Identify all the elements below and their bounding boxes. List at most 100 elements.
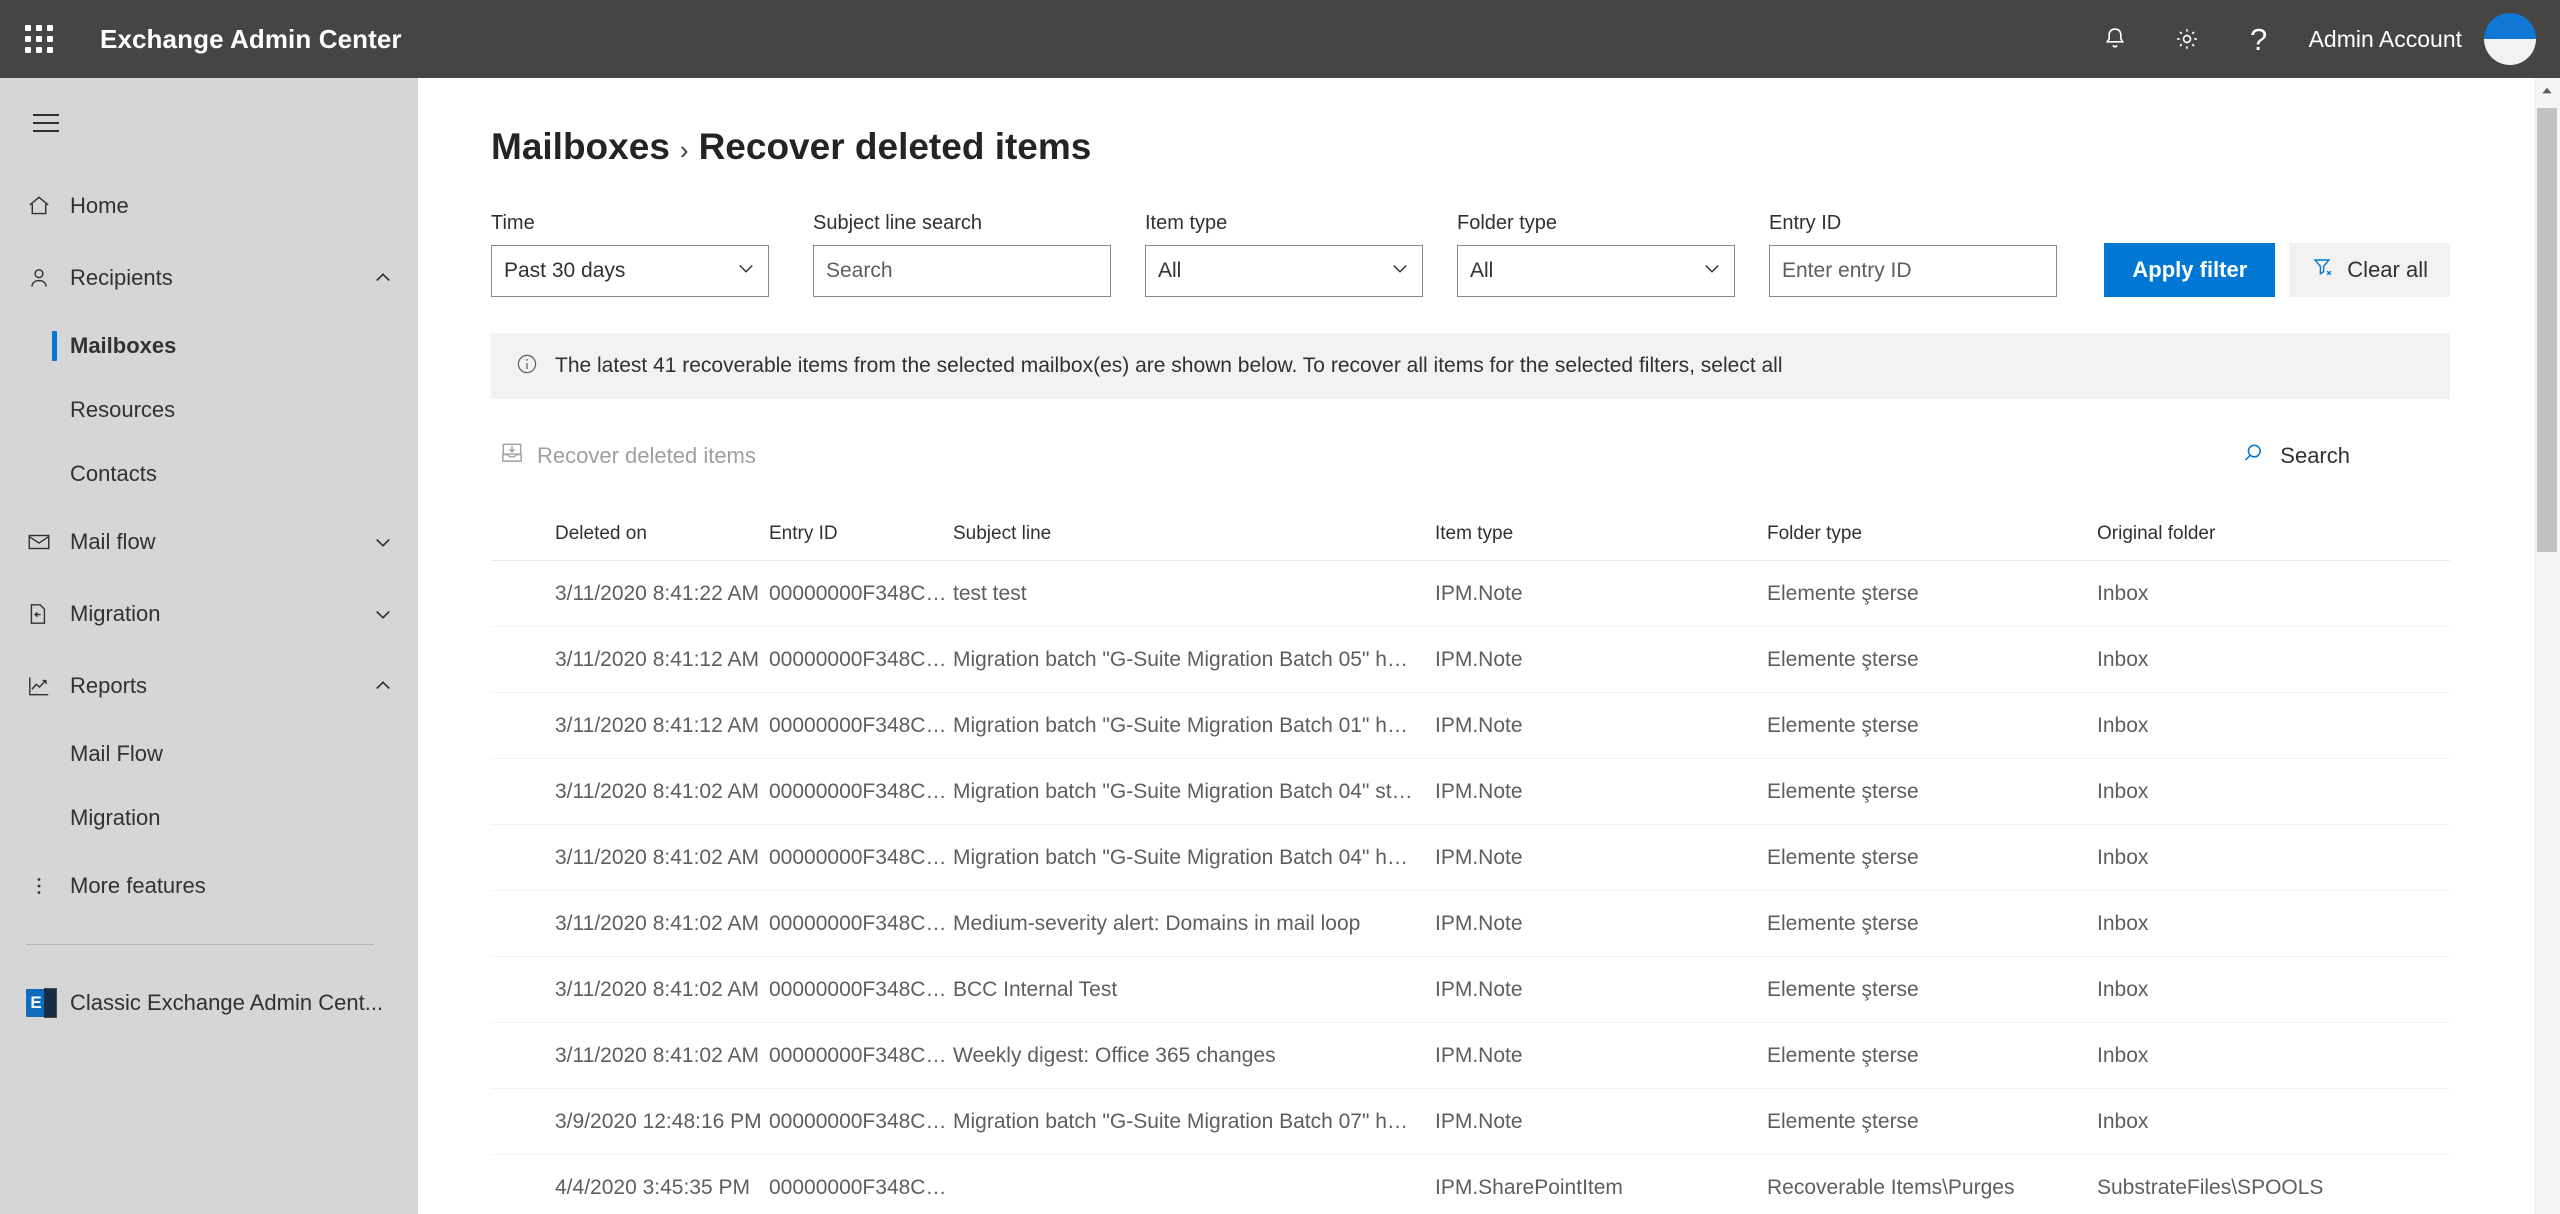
cell-original-folder: Inbox xyxy=(2097,911,2149,935)
cell-folder-type: Elemente şterse xyxy=(1767,713,1919,737)
item-type-dropdown-value: All xyxy=(1158,259,1182,282)
table-row[interactable]: 3/9/2020 12:48:16 PM 00000000F348C6... M… xyxy=(491,1089,2450,1155)
cell-folder-type: Elemente şterse xyxy=(1767,1043,1919,1067)
sidebar-item-recipients[interactable]: Recipients xyxy=(0,242,418,314)
cell-folder-type: Elemente şterse xyxy=(1767,977,1919,1001)
sidebar-item-classic-eac[interactable]: E Classic Exchange Admin Cent... xyxy=(0,967,418,1039)
table-row[interactable]: 3/11/2020 8:41:12 AM 00000000F348C6... M… xyxy=(491,627,2450,693)
column-header-entry-id[interactable]: Entry ID xyxy=(769,523,953,545)
table-search-button[interactable]: Search xyxy=(2240,440,2450,472)
nav-toggle-button[interactable] xyxy=(10,90,82,156)
clear-all-button[interactable]: Clear all xyxy=(2289,243,2450,297)
page-scrollbar[interactable] xyxy=(2534,78,2560,1214)
cell-folder-type: Elemente şterse xyxy=(1767,845,1919,869)
cell-entry-id: 00000000F348C6... xyxy=(769,911,953,935)
cell-deleted-on: 3/11/2020 8:41:02 AM xyxy=(555,1043,759,1067)
notifications-button[interactable] xyxy=(2079,0,2151,78)
suite-title: Exchange Admin Center xyxy=(100,23,402,54)
apply-filter-button[interactable]: Apply filter xyxy=(2104,243,2276,297)
cell-entry-id: 00000000F348C6... xyxy=(769,845,953,869)
info-message-text: The latest 41 recoverable items from the… xyxy=(555,354,1783,377)
app-launcher-button[interactable] xyxy=(0,0,78,78)
cell-deleted-on: 3/11/2020 8:41:02 AM xyxy=(555,977,759,1001)
suite-header-actions: ? Admin Account xyxy=(2079,0,2560,78)
cell-item-type: IPM.Note xyxy=(1435,977,1523,1001)
column-header-folder-type[interactable]: Folder type xyxy=(1767,523,2097,545)
chart-icon xyxy=(26,673,70,699)
sidebar-item-label: Recipients xyxy=(70,265,173,290)
breadcrumb-separator: › xyxy=(679,135,689,165)
table-row[interactable]: 3/11/2020 8:41:12 AM 00000000F348C6... M… xyxy=(491,693,2450,759)
chevron-up-icon xyxy=(370,676,396,696)
table-row[interactable]: 3/11/2020 8:41:22 AM 00000000F348C6... t… xyxy=(491,561,2450,627)
item-type-dropdown[interactable]: All xyxy=(1145,245,1423,297)
sidebar-item-label: More features xyxy=(70,873,206,898)
info-icon xyxy=(515,352,539,381)
settings-button[interactable] xyxy=(2151,0,2223,78)
table-row[interactable]: 3/11/2020 8:41:02 AM 00000000F348C6... B… xyxy=(491,957,2450,1023)
sidebar-item-resources[interactable]: Resources xyxy=(0,378,418,442)
filter-item-type: Item type All xyxy=(1145,212,1423,297)
sidebar-item-reports[interactable]: Reports xyxy=(0,650,418,722)
cell-original-folder: Inbox xyxy=(2097,581,2149,605)
clear-all-label: Clear all xyxy=(2347,257,2428,282)
entry-id-box[interactable] xyxy=(1769,245,2057,297)
cell-entry-id: 00000000F348C6... xyxy=(769,581,953,605)
sidebar-item-more-features[interactable]: More features xyxy=(0,850,418,922)
sidebar-item-migration[interactable]: Migration xyxy=(0,578,418,650)
breadcrumb-parent[interactable]: Mailboxes xyxy=(491,126,670,168)
table-row[interactable]: 3/11/2020 8:41:02 AM 00000000F348C6... M… xyxy=(491,825,2450,891)
table-row[interactable]: 3/11/2020 8:41:02 AM 00000000F348C6... M… xyxy=(491,759,2450,825)
help-button[interactable]: ? xyxy=(2223,0,2295,78)
page-header: Mailboxes › Recover deleted items xyxy=(418,78,2542,168)
table-row[interactable]: 3/11/2020 8:41:02 AM 00000000F348C6... M… xyxy=(491,891,2450,957)
cell-deleted-on: 3/11/2020 8:41:12 AM xyxy=(555,647,759,671)
column-header-subject-line[interactable]: Subject line xyxy=(953,523,1435,545)
recover-deleted-items-button[interactable]: Recover deleted items xyxy=(491,434,764,478)
account-name[interactable]: Admin Account xyxy=(2309,26,2462,53)
table-row[interactable]: 3/11/2020 8:41:02 AM 00000000F348C6... W… xyxy=(491,1023,2450,1089)
filter-time-label: Time xyxy=(491,212,535,234)
sidebar-item-mailboxes[interactable]: Mailboxes xyxy=(0,314,418,378)
table-row[interactable]: 4/4/2020 3:45:35 PM 00000000F348C6... IP… xyxy=(491,1155,2450,1214)
cell-subject-line: test test xyxy=(953,581,1027,605)
sidebar: Home Recipients Mailboxes Resources Cont… xyxy=(0,78,418,1214)
folder-type-dropdown[interactable]: All xyxy=(1457,245,1735,297)
cell-original-folder: Inbox xyxy=(2097,647,2149,671)
avatar[interactable] xyxy=(2484,13,2536,65)
cell-item-type: IPM.Note xyxy=(1435,1109,1523,1133)
cell-item-type: IPM.Note xyxy=(1435,713,1523,737)
home-icon xyxy=(26,193,70,219)
help-icon: ? xyxy=(2249,21,2268,57)
cell-entry-id: 00000000F348C6... xyxy=(769,779,953,803)
scrollbar-thumb[interactable] xyxy=(2537,108,2557,552)
subject-search-input[interactable] xyxy=(826,259,1098,283)
column-header-item-type[interactable]: Item type xyxy=(1435,523,1767,545)
cell-item-type: IPM.Note xyxy=(1435,1043,1523,1067)
cell-subject-line: Medium-severity alert: Domains in mail l… xyxy=(953,911,1361,935)
column-header-deleted-on[interactable]: Deleted on xyxy=(555,523,769,545)
sidebar-divider xyxy=(26,944,374,945)
filter-clear-icon xyxy=(2311,255,2335,285)
table-search-label: Search xyxy=(2280,443,2350,468)
cell-deleted-on: 3/9/2020 12:48:16 PM xyxy=(555,1109,762,1133)
sidebar-item-reports-migration[interactable]: Migration xyxy=(0,786,418,850)
filter-folder-type-label: Folder type xyxy=(1457,212,1558,234)
subject-search-box[interactable] xyxy=(813,245,1111,297)
sidebar-subitem-label: Mail Flow xyxy=(70,741,163,766)
cell-entry-id: 00000000F348C6... xyxy=(769,1109,953,1133)
cell-folder-type: Elemente şterse xyxy=(1767,1109,1919,1133)
sidebar-item-mail-flow[interactable]: Mail flow xyxy=(0,506,418,578)
time-dropdown[interactable]: Past 30 days xyxy=(491,245,769,297)
sidebar-item-home[interactable]: Home xyxy=(0,170,418,242)
sidebar-item-contacts[interactable]: Contacts xyxy=(0,442,418,506)
entry-id-input[interactable] xyxy=(1782,259,2044,283)
envelope-icon xyxy=(26,529,70,555)
sidebar-item-reports-mail-flow[interactable]: Mail Flow xyxy=(0,722,418,786)
cell-subject-line: Migration batch "G-Suite Migration Batch… xyxy=(953,845,1435,869)
cell-original-folder: Inbox xyxy=(2097,1109,2149,1133)
search-icon xyxy=(2240,440,2266,472)
column-header-original-folder[interactable]: Original folder xyxy=(2097,523,2427,545)
sidebar-subitem-label: Migration xyxy=(70,805,161,830)
scroll-up-button[interactable] xyxy=(2534,78,2560,104)
